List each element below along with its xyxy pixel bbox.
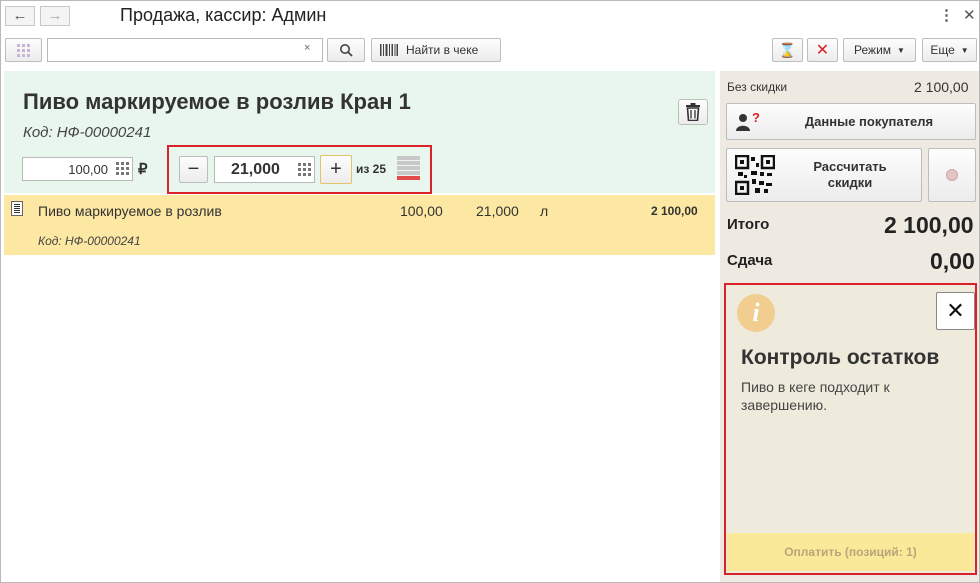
arrow-right-icon: → xyxy=(47,7,63,24)
notification-title: Контроль остатков xyxy=(741,346,940,369)
currency-label: ₽ xyxy=(138,161,148,178)
hourglass-button[interactable]: ⌛ xyxy=(772,38,803,62)
more-vertical-icon[interactable]: ⋮ xyxy=(939,6,954,24)
minus-icon: − xyxy=(187,158,200,180)
marked-product-icon xyxy=(11,201,23,216)
calculate-discounts-button[interactable]: Рассчитать скидки xyxy=(726,148,922,202)
no-discount-label: Без скидки xyxy=(727,80,788,94)
grid-icon xyxy=(17,43,30,57)
line-item-quantity: 21,000 xyxy=(476,203,519,219)
calculate-discounts-label: Рассчитать скидки xyxy=(813,159,887,190)
back-button[interactable]: ← xyxy=(5,6,35,26)
price-field[interactable]: 100,00 xyxy=(22,157,133,181)
search-button[interactable] xyxy=(327,38,365,62)
total-value: 2 100,00 xyxy=(884,212,974,238)
forward-button[interactable]: → xyxy=(40,6,70,26)
mode-label: Режим xyxy=(854,43,892,57)
qr-code-icon xyxy=(734,154,776,198)
search-icon xyxy=(340,44,353,57)
change-value: 0,00 xyxy=(930,248,975,274)
line-item-total: 2 100,00 xyxy=(651,204,698,218)
close-icon: ✕ xyxy=(946,298,965,323)
no-discount-value: 2 100,00 xyxy=(914,79,969,95)
discount-status-button[interactable] xyxy=(928,148,976,202)
clear-search-icon[interactable]: × xyxy=(304,42,310,54)
trash-icon xyxy=(686,103,700,121)
red-cross-icon: ✕ xyxy=(815,42,830,59)
mode-button[interactable]: Режим ▼ xyxy=(843,38,916,62)
change-label: Сдача xyxy=(727,252,773,269)
total-label: Итого xyxy=(727,216,770,233)
search-input[interactable]: × xyxy=(47,38,323,62)
find-in-check-label: Найти в чеке xyxy=(406,43,479,57)
svg-text:?: ? xyxy=(752,112,760,125)
arrow-left-icon: ← xyxy=(12,7,28,24)
price-value: 100,00 xyxy=(68,162,108,177)
info-icon: i xyxy=(737,294,775,332)
buyer-data-button[interactable]: ? Данные покупателя xyxy=(726,103,976,140)
product-title: Пиво маркируемое в розлив Кран 1 xyxy=(23,89,411,114)
notification-text: Пиво в кеге подходит к завершению. xyxy=(741,379,890,413)
product-code: Код: НФ-00000241 xyxy=(23,124,152,141)
buyer-icon: ? xyxy=(735,110,761,135)
more-button[interactable]: Еще ▼ xyxy=(922,38,977,62)
keg-level-icon xyxy=(397,156,420,183)
dropdown-arrow-icon: ▼ xyxy=(897,45,905,55)
dropdown-arrow-icon: ▼ xyxy=(960,45,969,55)
close-notification-button[interactable]: ✕ xyxy=(936,292,975,330)
more-label: Еще xyxy=(930,43,955,57)
window-title: Продажа, кассир: Админ xyxy=(120,5,327,25)
decrease-quantity-button[interactable]: − xyxy=(179,156,208,183)
quantity-field[interactable]: 21,000 xyxy=(214,156,315,183)
find-in-check-button[interactable]: Найти в чеке xyxy=(371,38,501,62)
line-item-price: 100,00 xyxy=(400,203,443,219)
pay-button-label: Оплатить (позиций: 1) xyxy=(784,545,917,559)
delete-button[interactable] xyxy=(678,99,708,125)
buyer-data-label: Данные покупателя xyxy=(804,114,934,129)
pay-button[interactable]: Оплатить (позиций: 1) xyxy=(727,533,974,571)
quantity-value: 21,000 xyxy=(231,161,280,178)
line-item-unit: л xyxy=(540,203,549,219)
hourglass-icon: ⌛ xyxy=(778,41,797,58)
cancel-button[interactable]: ✕ xyxy=(807,38,838,62)
plus-icon: + xyxy=(330,158,342,180)
status-dot-icon xyxy=(946,169,958,181)
barcode-icon xyxy=(380,44,398,56)
calculator-icon xyxy=(298,163,311,176)
stock-label: из 25 xyxy=(356,162,387,176)
close-window-icon[interactable]: ✕ xyxy=(963,6,976,24)
line-item-code: Код: НФ-00000241 xyxy=(38,234,141,248)
increase-quantity-button[interactable]: + xyxy=(320,155,352,184)
calculator-icon xyxy=(116,162,129,175)
catalog-button[interactable] xyxy=(5,38,42,62)
line-item-name: Пиво маркируемое в розлив xyxy=(38,203,222,219)
